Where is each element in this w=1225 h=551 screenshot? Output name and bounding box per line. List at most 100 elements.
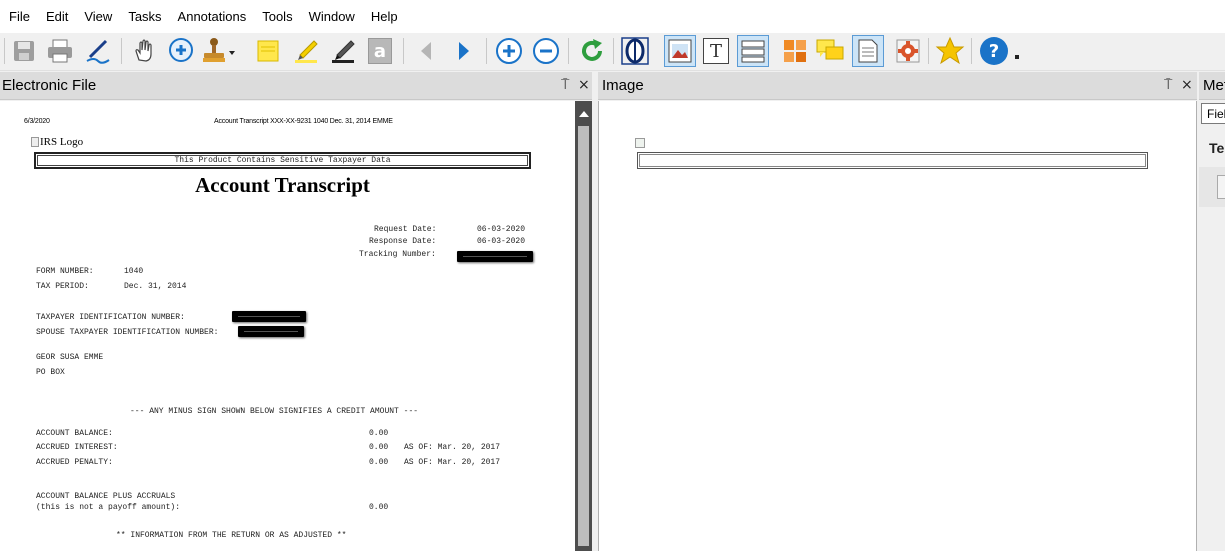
accrued-penalty-asof: AS OF: Mar. 20, 2017	[404, 458, 501, 467]
stamp-button[interactable]	[202, 35, 235, 67]
toolbar-separator	[971, 38, 972, 64]
marker-icon	[329, 37, 357, 65]
metadata-tab-label[interactable]: Te	[1209, 140, 1224, 156]
toolbar-separator	[928, 38, 929, 64]
zoom-in-button[interactable]	[493, 35, 525, 67]
close-icon[interactable]: ×	[578, 77, 590, 93]
sticky-note-button[interactable]	[252, 35, 284, 67]
accrued-interest-value: 0.00	[369, 443, 389, 452]
image-viewer[interactable]	[598, 101, 1197, 551]
metadata-panel-title: Met	[1203, 77, 1225, 94]
zoom-in-magnifier-icon	[166, 36, 196, 66]
form-fields-button[interactable]	[737, 35, 769, 67]
refresh-button[interactable]	[576, 35, 608, 67]
toolbar-separator	[568, 38, 569, 64]
electronic-file-scrollbar[interactable]	[575, 101, 592, 551]
next-button[interactable]	[448, 35, 480, 67]
previous-button[interactable]	[410, 35, 442, 67]
previous-arrow-icon	[416, 39, 436, 63]
signature-button[interactable]	[82, 35, 114, 67]
menu-bar: File Edit View Tasks Annotations Tools W…	[0, 0, 1225, 33]
zoom-tool-button[interactable]	[165, 35, 197, 67]
metadata-panel-header: Met	[1199, 72, 1225, 100]
help-dropdown-icon[interactable]	[1015, 55, 1019, 59]
close-icon[interactable]: ×	[1181, 77, 1193, 93]
sensitive-data-banner: This Product Contains Sensitive Taxpayer…	[34, 152, 531, 169]
menu-help[interactable]: Help	[363, 0, 406, 33]
sticky-note-icon	[255, 38, 281, 64]
zoom-in-icon	[494, 36, 524, 66]
accrued-interest-asof: AS OF: Mar. 20, 2017	[404, 443, 501, 452]
image-panel-header: Image ⍑ ×	[598, 72, 1197, 100]
hand-pan-icon	[131, 38, 157, 64]
image-view-button[interactable]	[664, 35, 696, 67]
pin-icon[interactable]: ⍑	[561, 77, 569, 93]
help-glyph: ?	[988, 40, 1000, 62]
pan-tool-button[interactable]	[128, 35, 160, 67]
return-info-heading: ** INFORMATION FROM THE RETURN OR AS ADJ…	[116, 531, 347, 540]
document-icon	[856, 38, 880, 64]
response-date-value: 06-03-2020	[477, 237, 526, 246]
document-view-button[interactable]	[852, 35, 884, 67]
menu-edit[interactable]: Edit	[38, 0, 76, 33]
irs-logo-alt-text: IRS Logo	[40, 136, 84, 148]
image-view-icon	[667, 38, 693, 64]
minus-sign-notice: --- ANY MINUS SIGN SHOWN BELOW SIGNIFIES…	[130, 407, 419, 416]
tracking-number-label: Tracking Number:	[359, 250, 436, 259]
toolbar-separator	[613, 38, 614, 64]
next-arrow-icon	[454, 39, 474, 63]
form-number-label: FORM NUMBER:	[36, 267, 94, 276]
menu-window[interactable]: Window	[301, 0, 363, 33]
settings-button[interactable]	[892, 35, 924, 67]
comments-icon	[815, 37, 845, 65]
redaction-block	[232, 311, 306, 322]
form-fields-icon	[740, 38, 766, 64]
comments-button[interactable]	[814, 35, 846, 67]
scroll-up-arrow-icon[interactable]	[579, 111, 589, 117]
text-box-icon: a	[368, 38, 392, 64]
text-view-button[interactable]: T	[700, 35, 732, 67]
metadata-panel: Fiel Te	[1199, 101, 1225, 551]
menu-tasks[interactable]: Tasks	[120, 0, 169, 33]
print-button[interactable]	[44, 35, 76, 67]
text-box-glyph: a	[373, 40, 387, 62]
scroll-thumb[interactable]	[578, 126, 589, 546]
doc-header-title: Account Transcript XXX-XX-9231 1040 Dec.…	[214, 118, 393, 125]
request-date-value: 06-03-2020	[477, 225, 526, 234]
menu-view[interactable]: View	[76, 0, 120, 33]
help-button[interactable]: ?	[978, 35, 1010, 67]
text-box-button[interactable]: a	[364, 35, 396, 67]
grid-view-button[interactable]	[779, 35, 811, 67]
menu-annotations[interactable]: Annotations	[170, 0, 255, 33]
menu-file[interactable]: File	[1, 0, 38, 33]
metadata-row-button[interactable]	[1217, 175, 1225, 199]
menu-tools[interactable]: Tools	[254, 0, 300, 33]
text-view-icon: T	[703, 38, 729, 64]
toolbar: a T ?	[0, 33, 1225, 71]
favorite-star-icon	[935, 36, 965, 66]
taxpayer-address: PO BOX	[36, 368, 65, 377]
pin-icon[interactable]: ⍑	[1164, 77, 1172, 93]
print-icon	[46, 38, 74, 64]
field-selector[interactable]: Fiel	[1201, 103, 1225, 124]
refresh-icon	[578, 37, 606, 65]
zoom-out-button[interactable]	[530, 35, 562, 67]
accrued-penalty-label: ACCRUED PENALTY:	[36, 458, 113, 467]
toolbar-grip	[4, 38, 5, 64]
taxpayer-id-label: TAXPAYER IDENTIFICATION NUMBER:	[36, 313, 185, 322]
doc-header-date: 6/3/2020	[24, 118, 50, 125]
request-date-label: Request Date:	[374, 225, 437, 234]
electronic-file-title: Electronic File	[2, 77, 97, 94]
toolbar-separator	[403, 38, 404, 64]
metadata-row	[1199, 167, 1225, 207]
spouse-id-label: SPOUSE TAXPAYER IDENTIFICATION NUMBER:	[36, 328, 219, 337]
fit-page-button[interactable]	[619, 35, 651, 67]
favorite-button[interactable]	[934, 35, 966, 67]
electronic-file-viewer[interactable]: 6/3/2020 Account Transcript XXX-XX-9231 …	[0, 101, 592, 551]
empty-banner-box	[637, 152, 1148, 169]
save-button[interactable]	[8, 35, 40, 67]
highlighter-button[interactable]	[290, 35, 322, 67]
redaction-block	[457, 251, 533, 262]
balance-plus-accruals-value: 0.00	[369, 503, 389, 512]
marker-button[interactable]	[327, 35, 359, 67]
